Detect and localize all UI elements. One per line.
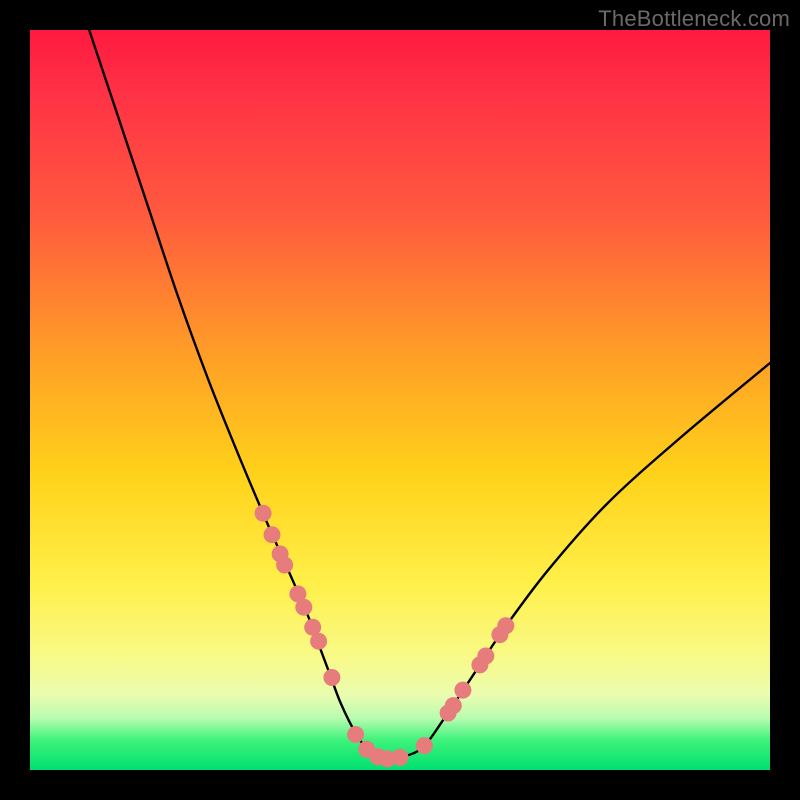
chart-svg — [30, 30, 770, 770]
marker-dot — [392, 749, 409, 766]
marker-dot — [445, 697, 462, 714]
marker-dot — [276, 557, 293, 574]
highlight-markers — [255, 505, 515, 768]
chart-frame: TheBottleneck.com — [0, 0, 800, 800]
marker-dot — [255, 505, 272, 522]
marker-dot — [347, 726, 364, 743]
marker-dot — [264, 526, 281, 543]
marker-dot — [323, 669, 340, 686]
watermark-text: TheBottleneck.com — [598, 6, 790, 32]
plot-area — [30, 30, 770, 770]
marker-dot — [310, 633, 327, 650]
marker-dot — [416, 737, 433, 754]
bottleneck-curve — [89, 30, 770, 759]
marker-dot — [295, 599, 312, 616]
marker-dot — [497, 617, 514, 634]
marker-dot — [454, 682, 471, 699]
marker-dot — [477, 648, 494, 665]
